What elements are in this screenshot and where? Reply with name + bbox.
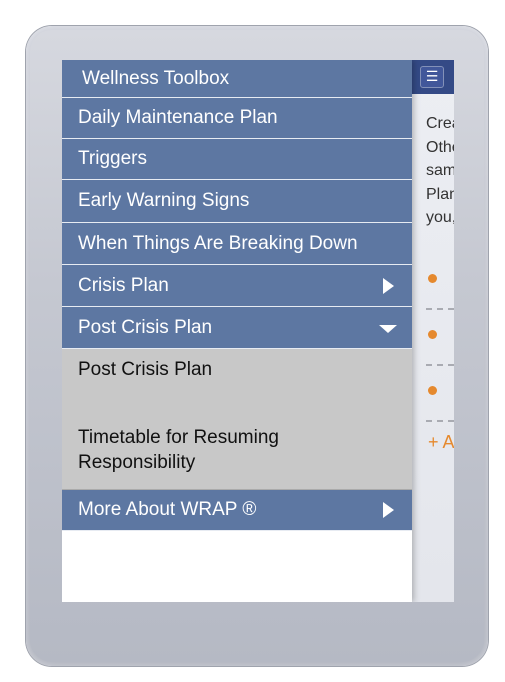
menu-item-label: When Things Are Breaking Down bbox=[78, 232, 358, 254]
menu-item-more-about-wrap[interactable]: More About WRAP ® bbox=[62, 490, 412, 531]
menu-item-label: Early Warning Signs bbox=[78, 190, 250, 211]
menu-item-when-things-are-breaking-down[interactable]: When Things Are Breaking Down bbox=[62, 223, 412, 265]
main-page: ☰ Crea Othe sam Plan you, + A bbox=[412, 60, 454, 602]
post-crisis-submenu: Post Crisis Plan Timetable for Resuming … bbox=[62, 349, 412, 490]
page-text-line: you, bbox=[426, 209, 454, 226]
page-intro-text: Crea Othe sam Plan you, bbox=[426, 112, 454, 230]
bullet-icon bbox=[428, 274, 437, 283]
menu-item-label: Post Crisis Plan bbox=[78, 316, 213, 338]
app-screen: ☰ Crea Othe sam Plan you, + A Wellness T… bbox=[62, 60, 454, 602]
divider bbox=[426, 420, 454, 422]
menu-item-label: Crisis Plan bbox=[78, 274, 169, 296]
hamburger-menu-button[interactable]: ☰ bbox=[420, 66, 444, 88]
drawer-title-wellness-toolbox[interactable]: Wellness Toolbox bbox=[62, 60, 412, 98]
menu-item-early-warning-signs[interactable]: Early Warning Signs bbox=[62, 180, 412, 223]
divider bbox=[426, 308, 454, 310]
submenu-item-post-crisis-plan[interactable]: Post Crisis Plan bbox=[78, 357, 212, 382]
drawer-title-label: Wellness Toolbox bbox=[82, 67, 230, 89]
chevron-down-icon bbox=[379, 324, 397, 333]
menu-item-post-crisis-plan[interactable]: Post Crisis Plan bbox=[62, 307, 412, 349]
page-text-line: Othe bbox=[426, 138, 454, 156]
chevron-right-icon bbox=[383, 502, 394, 518]
add-item-link[interactable]: + A bbox=[428, 432, 454, 453]
menu-item-crisis-plan[interactable]: Crisis Plan bbox=[62, 265, 412, 307]
page-text-line: Crea bbox=[426, 115, 454, 132]
menu-item-daily-maintenance-plan[interactable]: Daily Maintenance Plan bbox=[62, 98, 412, 139]
bullet-icon bbox=[428, 386, 437, 395]
page-text-line: sam bbox=[426, 162, 454, 179]
page-header: ☰ bbox=[412, 60, 454, 94]
menu-item-label: More About WRAP ® bbox=[78, 499, 257, 520]
divider bbox=[426, 364, 454, 366]
chevron-right-icon bbox=[383, 277, 394, 294]
hamburger-icon: ☰ bbox=[425, 69, 439, 85]
page-text-line: Plan bbox=[426, 185, 454, 203]
side-drawer: Wellness Toolbox Daily Maintenance Plan … bbox=[62, 60, 412, 602]
menu-item-label: Daily Maintenance Plan bbox=[78, 107, 278, 128]
bullet-icon bbox=[428, 330, 437, 339]
menu-item-label: Triggers bbox=[78, 148, 147, 169]
menu-item-triggers[interactable]: Triggers bbox=[62, 139, 412, 180]
submenu-item-timetable-for-resuming-responsibility[interactable]: Timetable for Resuming Responsibility bbox=[78, 425, 308, 475]
